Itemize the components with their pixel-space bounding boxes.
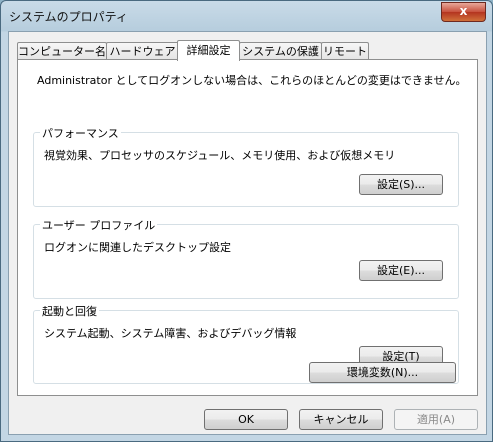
close-icon: x: [459, 4, 468, 18]
tab-hardware[interactable]: ハードウェア: [106, 42, 179, 60]
startup-recovery-label: 起動と回復: [40, 303, 99, 319]
user-profile-group: ユーザー プロファイル ログオンに関連したデスクトップ設定 設定(E)...: [33, 217, 459, 299]
window-title: システムのプロパティ: [9, 10, 128, 24]
tab-advanced[interactable]: 詳細設定: [177, 40, 240, 61]
performance-desc: 視覚効果、プロセッサのスケジュール、メモリ使用、および仮想メモリ: [44, 149, 396, 162]
advanced-tab-panel: Administrator としてログオンしない場合は、これらのほとんどの変更は…: [17, 59, 478, 396]
tab-remote[interactable]: リモート: [321, 42, 369, 60]
close-button[interactable]: x: [441, 2, 486, 22]
dialog-client-area: コンピューター名 ハードウェア 詳細設定 システムの保護 リモート Admini…: [8, 31, 487, 435]
tab-system-protection[interactable]: システムの保護: [239, 42, 322, 60]
ok-button[interactable]: OK: [204, 409, 288, 430]
admin-note: Administrator としてログオンしない場合は、これらのほとんどの変更は…: [37, 74, 467, 87]
cancel-button[interactable]: キャンセル: [299, 409, 383, 430]
performance-group: パフォーマンス 視覚効果、プロセッサのスケジュール、メモリ使用、および仮想メモリ…: [33, 125, 459, 207]
system-properties-window: システムのプロパティ x コンピューター名 ハードウェア 詳細設定 システムの保…: [0, 0, 493, 442]
performance-label: パフォーマンス: [40, 125, 121, 141]
apply-button[interactable]: 適用(A): [394, 409, 478, 430]
user-profile-desc: ログオンに関連したデスクトップ設定: [44, 241, 231, 254]
title-bar[interactable]: システムのプロパティ x: [1, 1, 492, 31]
startup-recovery-desc: システム起動、システム障害、およびデバッグ情報: [44, 327, 297, 340]
environment-variables-button[interactable]: 環境変数(N)...: [309, 362, 456, 383]
tab-computer-name[interactable]: コンピューター名: [17, 42, 107, 60]
user-profile-label: ユーザー プロファイル: [40, 217, 158, 233]
performance-settings-button[interactable]: 設定(S)...: [359, 174, 443, 195]
user-profile-settings-button[interactable]: 設定(E)...: [359, 260, 443, 281]
